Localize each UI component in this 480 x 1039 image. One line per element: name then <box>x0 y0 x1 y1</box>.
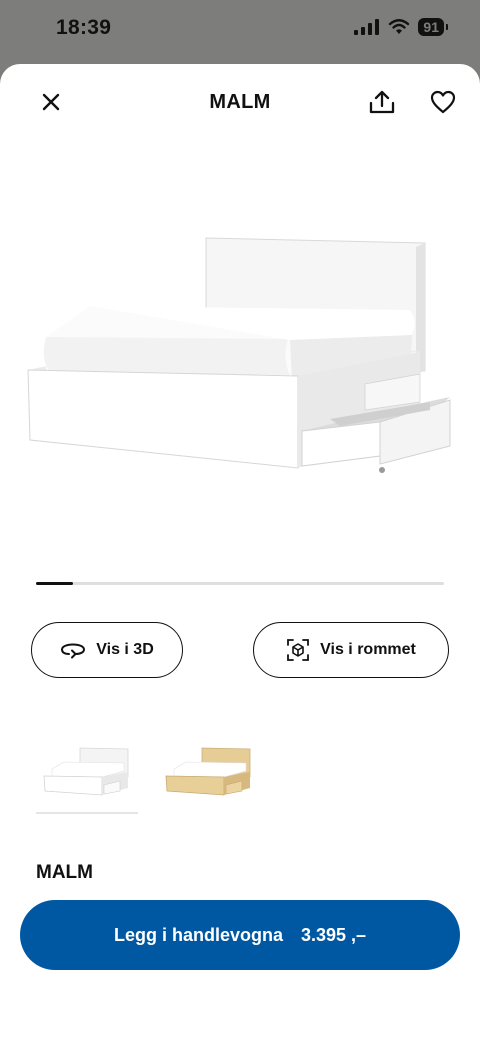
favorite-button[interactable] <box>427 86 459 118</box>
variant-oak-thumbnail <box>165 747 251 796</box>
header: MALM <box>0 64 480 136</box>
price-label: 3.395 ,– <box>300 924 367 945</box>
ar-cube-icon <box>287 639 310 661</box>
add-to-cart-label: Legg i handlevogna <box>113 924 283 945</box>
rotate-3d-icon <box>61 643 86 659</box>
view-in-room-button[interactable]: Vis i rommet <box>253 622 449 678</box>
page-title: MALM <box>209 91 271 113</box>
view-3d-button[interactable]: Vis i 3D <box>31 622 183 678</box>
share-icon <box>369 90 395 114</box>
wifi-icon <box>389 19 410 34</box>
product-image[interactable] <box>20 214 460 514</box>
variant-oak[interactable] <box>158 728 260 812</box>
add-to-cart-button[interactable]: Legg i handlevogna 3.395 ,– <box>20 900 460 970</box>
share-button[interactable] <box>366 86 398 118</box>
status-time: 18:39 <box>56 16 112 39</box>
variant-selector <box>36 728 260 814</box>
status-bar: 18:39 91 <box>0 0 480 60</box>
gallery-progress-fill <box>36 582 73 585</box>
product-name: MALM <box>36 862 93 883</box>
battery-indicator: 91 <box>418 18 448 36</box>
view-3d-label: Vis i 3D <box>96 641 154 658</box>
status-icons: 91 <box>354 18 448 36</box>
signal-icon <box>354 19 380 35</box>
gallery-progress-track <box>36 582 444 585</box>
view-in-room-label: Vis i rommet <box>320 641 416 658</box>
product-sheet: MALM Vis i 3D Vis i rommet MALM Legg i h… <box>0 64 480 1039</box>
heart-icon <box>430 90 456 114</box>
variant-white-thumbnail <box>43 747 129 796</box>
variant-white[interactable] <box>36 728 138 814</box>
